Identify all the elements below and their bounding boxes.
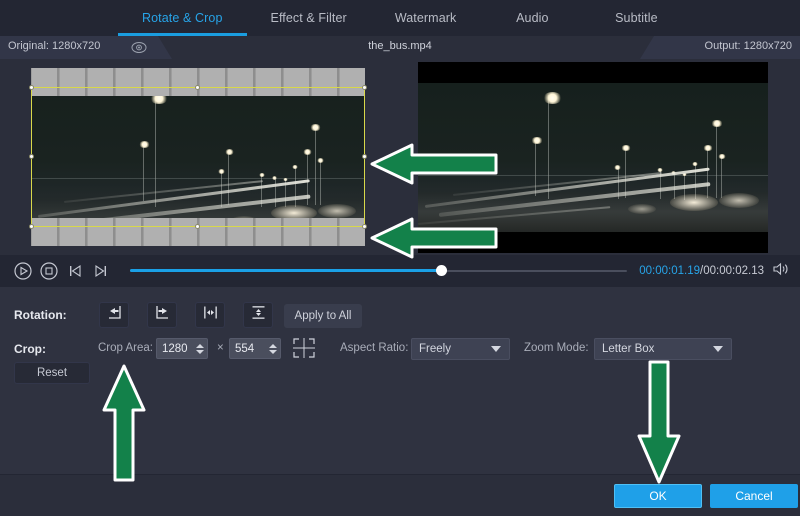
tab-label: Subtitle xyxy=(615,11,658,25)
crop-center-icon[interactable] xyxy=(292,337,316,359)
play-icon[interactable] xyxy=(10,258,36,284)
crop-height-spin-arrows[interactable] xyxy=(266,339,279,358)
player-control-bar: 00:00:01.19/00:00:02.13 xyxy=(0,255,800,287)
tab-subtitle[interactable]: Subtitle xyxy=(584,0,688,36)
next-frame-icon[interactable] xyxy=(88,258,114,284)
output-video-frame xyxy=(418,62,768,253)
rotate-right-button[interactable] xyxy=(147,302,177,328)
crop-width-input[interactable] xyxy=(157,343,193,355)
chevron-down-icon xyxy=(713,346,723,352)
tab-label: Effect & Filter xyxy=(271,11,347,25)
crop-height-input[interactable] xyxy=(230,343,266,355)
cancel-button[interactable]: Cancel xyxy=(710,484,798,508)
dimension-separator: × xyxy=(217,342,224,354)
crop-area-label: Crop Area: xyxy=(98,342,153,354)
zoom-mode-select[interactable]: Letter Box xyxy=(594,338,732,360)
edit-controls-panel: Rotation: xyxy=(0,287,800,474)
tab-label: Rotate & Crop xyxy=(142,11,223,25)
seek-progress-fill xyxy=(130,269,441,272)
preview-area xyxy=(0,59,800,255)
crop-handle-top-left[interactable] xyxy=(29,85,34,90)
dialog-footer: OK Cancel xyxy=(0,474,800,516)
zoom-mode-label: Zoom Mode: xyxy=(524,342,589,354)
tab-effect-filter[interactable]: Effect & Filter xyxy=(247,0,371,36)
video-editor-window: Rotate & Crop Effect & Filter Watermark … xyxy=(0,0,800,516)
rotate-left-icon xyxy=(107,305,122,325)
chevron-down-icon[interactable] xyxy=(269,350,277,354)
preview-info-strip: Original: 1280x720 the_bus.mp4 Output: 1… xyxy=(0,36,800,59)
rotation-label: Rotation: xyxy=(14,308,67,322)
total-time: 00:00:02.13 xyxy=(703,265,764,277)
crop-handle-middle-right[interactable] xyxy=(362,154,367,159)
chevron-up-icon[interactable] xyxy=(196,344,204,348)
rotate-left-button[interactable] xyxy=(99,302,129,328)
crop-width-spin-arrows[interactable] xyxy=(193,339,206,358)
tab-watermark[interactable]: Watermark xyxy=(371,0,481,36)
tab-label: Watermark xyxy=(395,11,457,25)
tab-rotate-crop[interactable]: Rotate & Crop xyxy=(118,0,247,36)
crop-handle-top-center[interactable] xyxy=(195,85,200,90)
crop-handle-top-right[interactable] xyxy=(362,85,367,90)
ok-button[interactable]: OK xyxy=(614,484,702,508)
rotate-right-icon xyxy=(155,305,170,325)
flip-horizontal-icon xyxy=(203,305,218,325)
crop-handle-bottom-right[interactable] xyxy=(362,224,367,229)
aspect-ratio-select[interactable]: Freely xyxy=(411,338,510,360)
zoom-mode-value: Letter Box xyxy=(595,343,713,355)
output-preview-pane[interactable] xyxy=(400,59,800,255)
seek-bar[interactable] xyxy=(130,258,627,284)
crop-selection-rectangle[interactable] xyxy=(31,87,365,227)
chevron-up-icon[interactable] xyxy=(269,344,277,348)
chevron-down-icon[interactable] xyxy=(196,350,204,354)
aspect-ratio-label: Aspect Ratio: xyxy=(340,342,408,354)
crop-height-stepper[interactable] xyxy=(229,338,281,359)
flip-vertical-button[interactable] xyxy=(243,302,273,328)
reset-button[interactable]: Reset xyxy=(14,362,90,384)
timecode-display: 00:00:01.19/00:00:02.13 xyxy=(639,265,764,277)
original-preview-pane[interactable] xyxy=(0,59,400,255)
tab-audio[interactable]: Audio xyxy=(480,0,584,36)
crop-handle-bottom-left[interactable] xyxy=(29,224,34,229)
crop-handle-bottom-center[interactable] xyxy=(195,224,200,229)
previous-frame-icon[interactable] xyxy=(62,258,88,284)
crop-width-stepper[interactable] xyxy=(156,338,208,359)
crop-label: Crop: xyxy=(14,342,46,356)
file-name-label: the_bus.mp4 xyxy=(0,40,800,52)
stop-icon[interactable] xyxy=(36,258,62,284)
tab-bar: Rotate & Crop Effect & Filter Watermark … xyxy=(0,0,800,36)
crop-handle-middle-left[interactable] xyxy=(29,154,34,159)
chevron-down-icon xyxy=(491,346,501,352)
aspect-ratio-value: Freely xyxy=(412,343,491,355)
output-resolution-label: Output: 1280x720 xyxy=(705,40,792,52)
tab-label: Audio xyxy=(516,11,548,25)
flip-vertical-icon xyxy=(251,305,266,325)
apply-to-all-button[interactable]: Apply to All xyxy=(284,304,362,328)
current-time: 00:00:01.19 xyxy=(639,265,700,277)
volume-icon[interactable] xyxy=(772,262,790,281)
seek-thumb[interactable] xyxy=(436,265,447,276)
video-scene-output xyxy=(418,83,768,232)
flip-horizontal-button[interactable] xyxy=(195,302,225,328)
